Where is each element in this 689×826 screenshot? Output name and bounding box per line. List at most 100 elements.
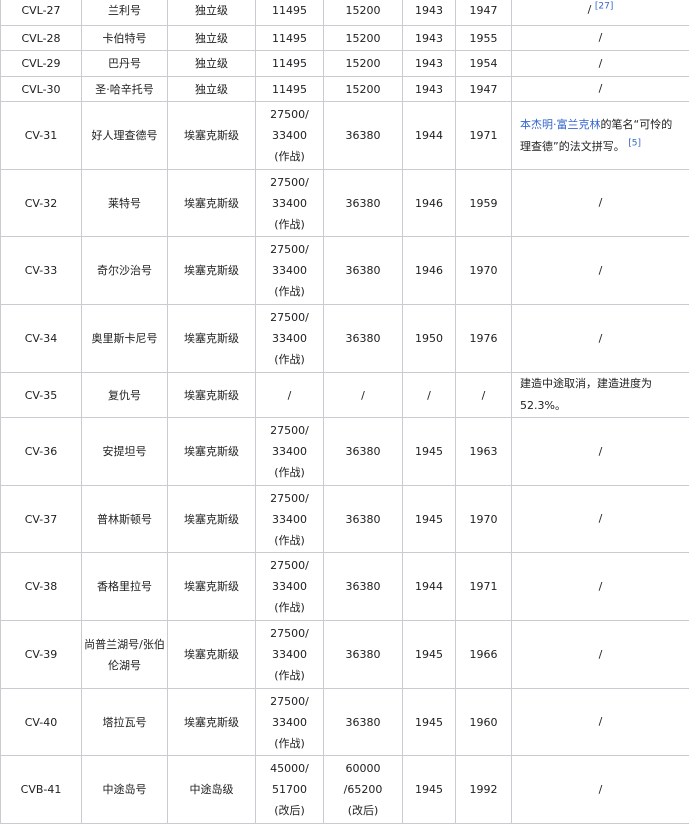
year-start-cell: 1943 [402, 0, 456, 26]
hull-number-cell: CVB-41 [0, 755, 82, 824]
class-cell: 独立级 [167, 50, 256, 77]
cell-line: 33400 [272, 715, 307, 729]
full-displacement-cell: 60000/65200 (改后) [323, 755, 403, 824]
standard-displacement-cell: 27500/33400 (作战) [255, 236, 324, 305]
ship-name-cell: 卡伯特号 [81, 25, 168, 51]
cell-line: (作战) [274, 601, 305, 614]
full-displacement-cell: 36380 [323, 417, 403, 486]
class-cell: 埃塞克斯级 [167, 304, 256, 373]
note-cell: / [511, 76, 689, 102]
ship-name-cell: 普林斯顿号 [81, 485, 168, 553]
cell-line: (作战) [274, 736, 305, 750]
full-displacement-cell: 36380 [323, 169, 403, 237]
year-start-cell: 1945 [402, 485, 456, 553]
cell-line: 27500/ [270, 424, 309, 437]
cell-line: (作战) [274, 533, 305, 547]
note-text: / [598, 263, 603, 277]
hull-number-cell: CV-32 [0, 169, 82, 237]
hull-number-cell: CVL-30 [0, 76, 82, 102]
standard-displacement-cell: 27500/33400 (作战) [255, 688, 324, 756]
note-text: / [598, 444, 603, 458]
cell-line: 27500/ [270, 311, 309, 324]
cell-line: 33400 [272, 648, 307, 661]
full-displacement-cell: 36380 [323, 101, 403, 170]
note-cell: / [511, 304, 689, 373]
table-row: CV-39 尚普兰湖号/张伯伦湖号 埃塞克斯级 27500/33400 (作战) 3638… [0, 620, 689, 689]
full-displacement-cell: 15200 [323, 25, 403, 51]
year-start-cell: 1943 [402, 76, 456, 102]
year-start-cell: 1945 [402, 417, 456, 486]
cell-line: (改后) [347, 804, 379, 817]
note-text: / [598, 782, 603, 796]
cell-line: 33400 [272, 332, 307, 345]
class-cell: 埃塞克斯级 [167, 101, 256, 170]
standard-displacement-cell: 27500/33400 (作战) [255, 169, 324, 237]
table-row: CV-35 复仇号 埃塞克斯级 / / / / 建造中途取消，建造进度为52.3%。 [0, 372, 689, 418]
year-end-cell: 1992 [455, 755, 512, 824]
hull-number-cell: CVL-29 [0, 50, 82, 77]
hull-number-cell: CV-37 [0, 485, 82, 553]
reference-link[interactable]: [5] [628, 138, 641, 148]
ship-name-cell: 复仇号 [81, 372, 168, 418]
cell-line: 27500/ [270, 694, 309, 708]
ship-table: CVL-27 兰利号 独立级 11495 15200 1943 1947/ [27] CVL-… [0, 0, 689, 824]
standard-displacement-cell: 27500/33400 (作战) [255, 304, 324, 373]
note-text: / [598, 512, 603, 525]
class-cell: 埃塞克斯级 [167, 169, 256, 237]
year-end-cell: 1947 [455, 76, 512, 102]
year-start-cell: 1943 [402, 50, 456, 77]
year-start-cell: 1946 [402, 236, 456, 305]
year-end-cell: 1959 [455, 169, 512, 237]
cell-line: 33400 [272, 196, 307, 210]
year-end-cell: 1947 [455, 0, 512, 26]
note-cell: / [511, 552, 689, 621]
year-end-cell: 1976 [455, 304, 512, 373]
year-start-cell: 1945 [402, 755, 456, 824]
table-row: CVL-27 兰利号 独立级 11495 15200 1943 1947/ [27] [0, 0, 689, 26]
cell-line: (作战) [274, 466, 305, 479]
table-row: CVL-30 圣·哈辛托号 独立级 11495 15200 1943 1947 / [0, 76, 689, 102]
hull-number-cell: CVL-28 [0, 25, 82, 51]
cell-line: 27500/ [270, 108, 309, 121]
note-cell: 建造中途取消，建造进度为52.3%。 [511, 372, 689, 418]
full-displacement-cell: 36380 [323, 552, 403, 621]
note-text: / [598, 647, 603, 661]
full-displacement-cell: 36380 [323, 620, 403, 689]
standard-displacement-cell: 27500/33400 (作战) [255, 101, 324, 170]
note-cell: / [511, 169, 689, 237]
note-link[interactable]: 本杰明·富兰克林 [520, 118, 601, 131]
standard-displacement-cell: 11495 [255, 0, 324, 26]
table-row: CV-33 奇尔沙治号 埃塞克斯级 27500/33400 (作战) 36380 1946 1… [0, 236, 689, 305]
hull-number-cell: CV-35 [0, 372, 82, 418]
full-displacement-cell: 36380 [323, 236, 403, 305]
year-start-cell: 1943 [402, 25, 456, 51]
note-cell: / [511, 620, 689, 689]
standard-displacement-cell: 27500/33400 (作战) [255, 417, 324, 486]
standard-displacement-cell: 11495 [255, 50, 324, 77]
cell-line: 33400 [272, 580, 307, 593]
note-text: / [598, 196, 603, 209]
year-end-cell: 1971 [455, 101, 512, 170]
class-cell: 埃塞克斯级 [167, 688, 256, 756]
class-cell: 埃塞克斯级 [167, 236, 256, 305]
reference-link[interactable]: [27] [595, 1, 613, 11]
ship-name-cell: 奇尔沙治号 [81, 236, 168, 305]
table-row: CV-32 莱特号 埃塞克斯级 27500/33400 (作战) 36380 1946 195… [0, 169, 689, 237]
class-cell: 埃塞克斯级 [167, 417, 256, 486]
note-text: / [598, 579, 603, 593]
class-cell: 独立级 [167, 0, 256, 26]
full-displacement-cell: 36380 [323, 304, 403, 373]
cell-line: (作战) [274, 150, 305, 163]
table-body: CVL-27 兰利号 独立级 11495 15200 1943 1947/ [27] CVL-… [0, 0, 689, 824]
class-cell: 中途岛级 [167, 755, 256, 824]
cell-line: 27500/ [270, 491, 309, 505]
table-row: CV-38 香格里拉号 埃塞克斯级 27500/33400 (作战) 36380 1944 1… [0, 552, 689, 621]
cell-line: (作战) [274, 353, 305, 366]
year-start-cell: / [402, 372, 456, 418]
ship-name-cell: 圣·哈辛托号 [81, 76, 168, 102]
ship-name-cell: 塔拉瓦号 [81, 688, 168, 756]
year-end-cell: 1963 [455, 417, 512, 486]
table-row: CV-34 奥里斯卡尼号 埃塞克斯级 27500/33400 (作战) 36380 1950… [0, 304, 689, 373]
hull-number-cell: CV-31 [0, 101, 82, 170]
table-row: CV-40 塔拉瓦号 埃塞克斯级 27500/33400 (作战) 36380 1945 19… [0, 688, 689, 756]
